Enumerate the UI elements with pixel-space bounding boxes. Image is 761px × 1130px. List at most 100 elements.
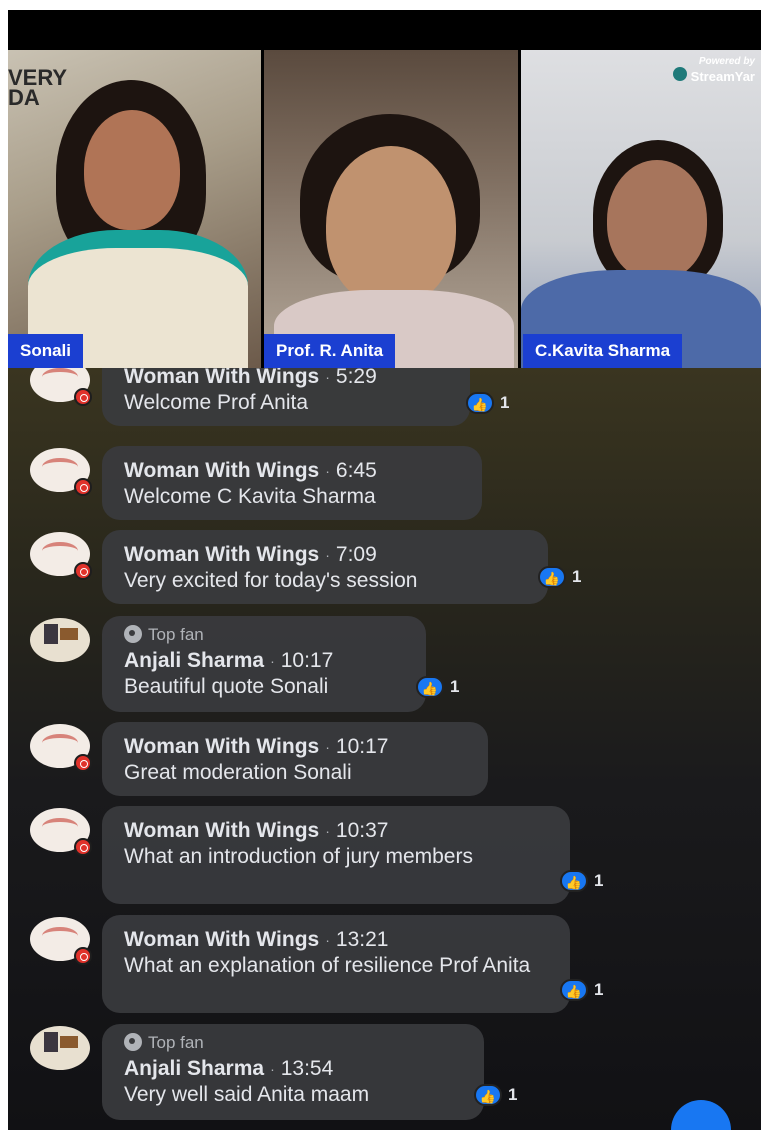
participant-name-tag: Prof. R. Anita xyxy=(264,334,396,368)
live-badge-icon xyxy=(74,478,92,496)
avatar[interactable] xyxy=(30,917,92,965)
live-comments-list[interactable]: Woman With Wings · 5:29 Welcome Prof Anita… xyxy=(8,368,761,1130)
wings-logo-icon xyxy=(42,542,78,560)
avatar[interactable] xyxy=(30,532,92,580)
wings-logo-icon xyxy=(42,734,78,752)
video-tile-anita[interactable]: Prof. R. Anita xyxy=(264,50,518,368)
comment-text: Welcome Prof Anita xyxy=(124,391,309,415)
like-icon: 👍 xyxy=(474,1084,502,1106)
live-badge-icon xyxy=(74,754,92,772)
live-badge-icon xyxy=(74,838,92,856)
live-badge-icon xyxy=(74,562,92,580)
comment-bubble[interactable]: Woman With Wings · 10:37 What an introduct… xyxy=(102,806,570,904)
video-grid: VERY DA Sonali Prof. R. Anita Powered by … xyxy=(8,50,761,368)
comment-text: Welcome C Kavita Sharma xyxy=(124,485,376,509)
like-reaction[interactable]: 👍 1 xyxy=(560,979,603,1001)
like-count: 1 xyxy=(594,980,604,999)
live-badge-icon xyxy=(74,388,92,406)
wings-logo-icon xyxy=(42,927,78,945)
person-face xyxy=(607,160,707,280)
floating-action-button[interactable] xyxy=(671,1100,731,1130)
comment-author[interactable]: Woman With Wings xyxy=(124,368,319,388)
separator-dot: · xyxy=(325,739,330,756)
avatar[interactable] xyxy=(30,618,90,662)
separator-dot: · xyxy=(325,463,330,480)
top-fan-icon xyxy=(124,1033,142,1051)
comment-bubble[interactable]: Woman With Wings · 7:09 Very excited for t… xyxy=(102,530,548,604)
top-fan-icon xyxy=(124,625,142,643)
comment-author[interactable]: Woman With Wings xyxy=(124,928,319,951)
top-fan-badge: Top fan xyxy=(124,1032,462,1054)
like-count: 1 xyxy=(508,1085,518,1104)
comment-bubble[interactable]: Woman With Wings · 6:45 Welcome C Kavita S… xyxy=(102,446,482,520)
person-face xyxy=(84,110,180,230)
avatar[interactable] xyxy=(30,448,92,496)
comment-author[interactable]: Anjali Sharma xyxy=(124,1057,264,1080)
like-reaction[interactable]: 👍 1 xyxy=(466,392,509,414)
comment-time[interactable]: 7:09 xyxy=(336,543,377,566)
comment-bubble[interactable]: Top fan Anjali Sharma · 10:17 Beautiful qu… xyxy=(102,616,426,712)
top-fan-label: Top fan xyxy=(148,1033,204,1052)
comment-author[interactable]: Woman With Wings xyxy=(124,459,319,482)
comment-text: Very well said Anita maam xyxy=(124,1083,370,1107)
like-reaction[interactable]: 👍 1 xyxy=(474,1084,517,1106)
wings-logo-icon xyxy=(42,458,78,476)
streamyard-branding: Powered by StreamYar xyxy=(672,56,755,84)
avatar[interactable] xyxy=(30,808,92,856)
comment-author[interactable]: Woman With Wings xyxy=(124,819,319,842)
separator-dot: · xyxy=(270,1061,275,1078)
top-fan-badge: Top fan xyxy=(124,624,404,646)
comment-time[interactable]: 6:45 xyxy=(336,459,377,482)
video-tile-sonali[interactable]: VERY DA Sonali xyxy=(8,50,261,368)
comment-time[interactable]: 10:17 xyxy=(336,735,389,758)
like-icon: 👍 xyxy=(416,676,444,698)
powered-by-label: Powered by xyxy=(698,56,755,67)
comment-time[interactable]: 13:54 xyxy=(281,1057,334,1080)
comment-time[interactable]: 10:17 xyxy=(281,649,334,672)
wings-logo-icon xyxy=(42,368,78,386)
like-count: 1 xyxy=(572,567,582,586)
comment-text: Very excited for today's session xyxy=(124,569,418,593)
participant-name-tag: Sonali xyxy=(8,334,84,368)
like-reaction[interactable]: 👍 1 xyxy=(538,566,581,588)
like-icon: 👍 xyxy=(466,392,494,414)
separator-dot: · xyxy=(270,653,275,670)
like-icon: 👍 xyxy=(560,870,588,892)
comment-text: What an explanation of resilience Prof A… xyxy=(124,954,531,978)
like-count: 1 xyxy=(450,677,460,696)
avatar[interactable] xyxy=(30,1026,90,1070)
comment-time[interactable]: 13:21 xyxy=(336,928,389,951)
streamyard-logo: StreamYar xyxy=(672,67,755,84)
avatar[interactable] xyxy=(30,368,92,406)
comment-time[interactable]: 10:37 xyxy=(336,819,389,842)
avatar[interactable] xyxy=(30,724,92,772)
avatar-award xyxy=(60,628,78,640)
separator-dot: · xyxy=(325,547,330,564)
comment-author[interactable]: Woman With Wings xyxy=(124,543,319,566)
like-reaction[interactable]: 👍 1 xyxy=(416,676,459,698)
top-fan-label: Top fan xyxy=(148,625,204,644)
person-face xyxy=(326,146,456,306)
comment-bubble[interactable]: Woman With Wings · 5:29 Welcome Prof Anita xyxy=(102,368,470,426)
like-reaction[interactable]: 👍 1 xyxy=(560,870,603,892)
like-icon: 👍 xyxy=(538,566,566,588)
comment-text: Great moderation Sonali xyxy=(124,761,352,785)
app-frame: VERY DA Sonali Prof. R. Anita Powered by … xyxy=(8,10,761,1130)
avatar-award xyxy=(60,1036,78,1048)
like-count: 1 xyxy=(594,871,604,890)
comment-author[interactable]: Anjali Sharma xyxy=(124,649,264,672)
comment-author[interactable]: Woman With Wings xyxy=(124,735,319,758)
top-bar xyxy=(8,10,761,50)
comment-time[interactable]: 5:29 xyxy=(336,368,377,388)
comment-text: Beautiful quote Sonali xyxy=(124,675,329,699)
separator-dot: · xyxy=(325,369,330,386)
comment-bubble[interactable]: Woman With Wings · 10:17 Great moderation … xyxy=(102,722,488,796)
wings-logo-icon xyxy=(42,818,78,836)
separator-dot: · xyxy=(325,823,330,840)
comment-text: What an introduction of jury members xyxy=(124,845,473,869)
streamyard-logo-text: StreamYar xyxy=(690,69,755,84)
video-tile-kavita[interactable]: Powered by StreamYar C.Kavita Sharma xyxy=(521,50,761,368)
participant-name-tag: C.Kavita Sharma xyxy=(523,334,683,368)
comment-bubble[interactable]: Top fan Anjali Sharma · 13:54 Very well sa… xyxy=(102,1024,484,1120)
comment-bubble[interactable]: Woman With Wings · 13:21 What an explanati… xyxy=(102,915,570,1013)
